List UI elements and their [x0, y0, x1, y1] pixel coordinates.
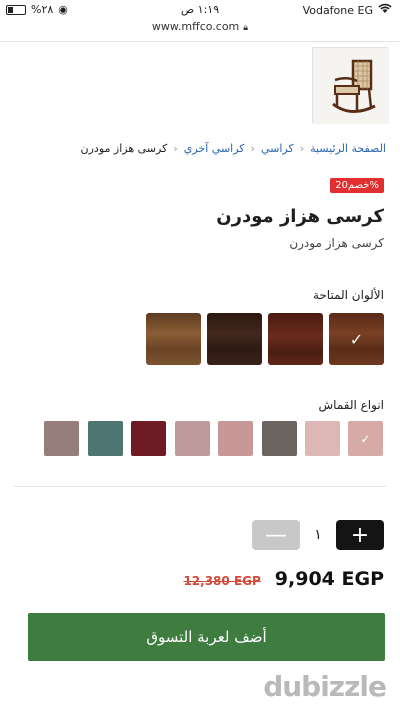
status-bar: %٢٨ ◉ ١:١٩ ص Vodafone EG	[0, 0, 400, 20]
lock-icon: 🔒︎	[243, 23, 249, 33]
wood-texture	[207, 313, 262, 365]
product-title: كرسى هزاز مودرن	[216, 206, 384, 227]
fabric-swatch[interactable]	[88, 421, 123, 456]
product-subtitle: كرسى هزاز مودرن	[289, 236, 384, 250]
divider	[14, 486, 386, 487]
increase-quantity-button[interactable]: +	[336, 520, 384, 550]
fabric-swatch[interactable]: ✓	[348, 421, 383, 456]
breadcrumb-current: كرسى هزاز مودرن	[80, 142, 168, 155]
quantity-value: ١	[314, 527, 322, 543]
chevron-left-icon: ‹	[299, 142, 305, 155]
breadcrumb: الصفحة الرئيسية ‹ كراسي ‹ كراسي آخري ‹ ك…	[81, 142, 386, 155]
check-icon: ✓	[360, 431, 371, 446]
wood-texture	[268, 313, 323, 365]
color-swatch[interactable]	[146, 313, 201, 365]
breadcrumb-home[interactable]: الصفحة الرئيسية	[310, 142, 386, 155]
check-icon: ✓	[349, 329, 364, 349]
dubizzle-watermark: dubizzle	[263, 670, 387, 703]
fabric-swatch[interactable]	[44, 421, 79, 456]
discount-badge: خصم20%	[330, 178, 384, 193]
wood-texture	[146, 313, 201, 365]
colors-label: الألوان المتاحة	[312, 288, 384, 302]
url-text: www.mffco.com	[151, 20, 240, 33]
price-row: 12,380 EGP 9,904 EGP	[183, 568, 384, 590]
breadcrumb-other-chairs[interactable]: كراسي آخري	[184, 142, 245, 155]
address-bar[interactable]: www.mffco.com 🔒︎	[0, 20, 400, 42]
color-swatch[interactable]	[268, 313, 323, 365]
color-swatch[interactable]	[207, 313, 262, 365]
quantity-stepper: — ١ +	[252, 520, 384, 550]
chevron-left-icon: ‹	[173, 142, 178, 155]
rocking-chair-image	[313, 48, 389, 124]
decrease-quantity-button[interactable]: —	[252, 520, 300, 550]
fabric-swatch[interactable]	[131, 421, 166, 456]
old-price: 12,380 EGP	[183, 574, 261, 588]
fabrics-label: انواع القماش	[318, 398, 384, 412]
current-price: 9,904 EGP	[274, 568, 384, 590]
fabric-swatch[interactable]	[175, 421, 210, 456]
fabric-swatch[interactable]	[262, 421, 297, 456]
add-to-cart-button[interactable]: أضف لعربة التسوق	[28, 613, 385, 661]
chevron-left-icon: ‹	[250, 142, 255, 155]
color-swatch[interactable]: ✓	[329, 313, 384, 365]
breadcrumb-chairs[interactable]: كراسي	[261, 142, 294, 155]
fabric-swatch[interactable]	[218, 421, 253, 456]
fabric-swatch[interactable]	[305, 421, 340, 456]
wifi-icon	[378, 3, 392, 17]
product-thumbnail[interactable]	[312, 47, 389, 124]
status-right: Vodafone EG	[303, 3, 392, 17]
carrier-name: Vodafone EG	[302, 3, 373, 17]
